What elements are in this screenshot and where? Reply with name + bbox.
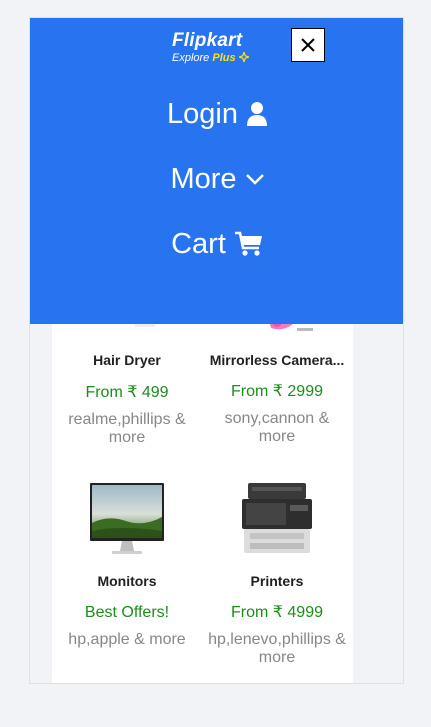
login-label: Login (167, 97, 238, 130)
product-price: Best Offers! (84, 604, 170, 621)
cart-icon (234, 231, 264, 257)
monitor-image (90, 483, 164, 554)
product-brands: hp,apple & more (68, 631, 186, 648)
product-name: Hair Dryer (93, 352, 161, 368)
product-name: Mirrorless Camera... (209, 352, 345, 368)
menu-item-more[interactable]: More (30, 159, 403, 199)
product-grid: Hair Dryer From ₹ 499 realme,phillips & … (52, 278, 353, 683)
logo-subtitle: Explore Plus (172, 50, 252, 65)
product-brands: sony,cannon & more (224, 410, 330, 445)
logo-plus: Plus (212, 52, 236, 64)
user-icon (246, 101, 268, 127)
product-name: Monitors (97, 573, 157, 589)
product-card-printers[interactable]: Printers From ₹ 4999 hp,lenevo,phillips … (202, 481, 352, 667)
nav-menu-overlay: Flipkart Explore Plus Login More Cart (30, 18, 403, 324)
product-price: From ₹ 499 (85, 384, 169, 401)
menu-item-cart[interactable]: Cart (30, 224, 403, 264)
product-price: From ₹ 4999 (231, 604, 323, 621)
product-card-monitors[interactable]: Monitors Best Offers! hp,apple & more (52, 481, 202, 649)
printer-image (242, 483, 312, 553)
phone-frame: Hair Dryer From ₹ 499 realme,phillips & … (29, 17, 404, 684)
logo-explore: Explore (172, 52, 210, 64)
plus-star-icon (236, 50, 251, 64)
close-menu-button[interactable] (291, 28, 325, 62)
cart-label: Cart (171, 227, 226, 260)
product-price: From ₹ 2999 (231, 383, 323, 400)
flipkart-logo[interactable]: Flipkart Explore Plus (172, 30, 252, 68)
chevron-down-icon (245, 172, 265, 186)
logo-brand: Flipkart (172, 30, 243, 51)
product-name: Printers (250, 573, 304, 589)
menu-item-login[interactable]: Login (30, 94, 403, 134)
product-brands: hp,lenevo,phillips & more (208, 631, 346, 666)
close-icon (301, 38, 315, 52)
product-brands: realme,phillips & more (68, 411, 186, 446)
more-label: More (170, 162, 237, 195)
